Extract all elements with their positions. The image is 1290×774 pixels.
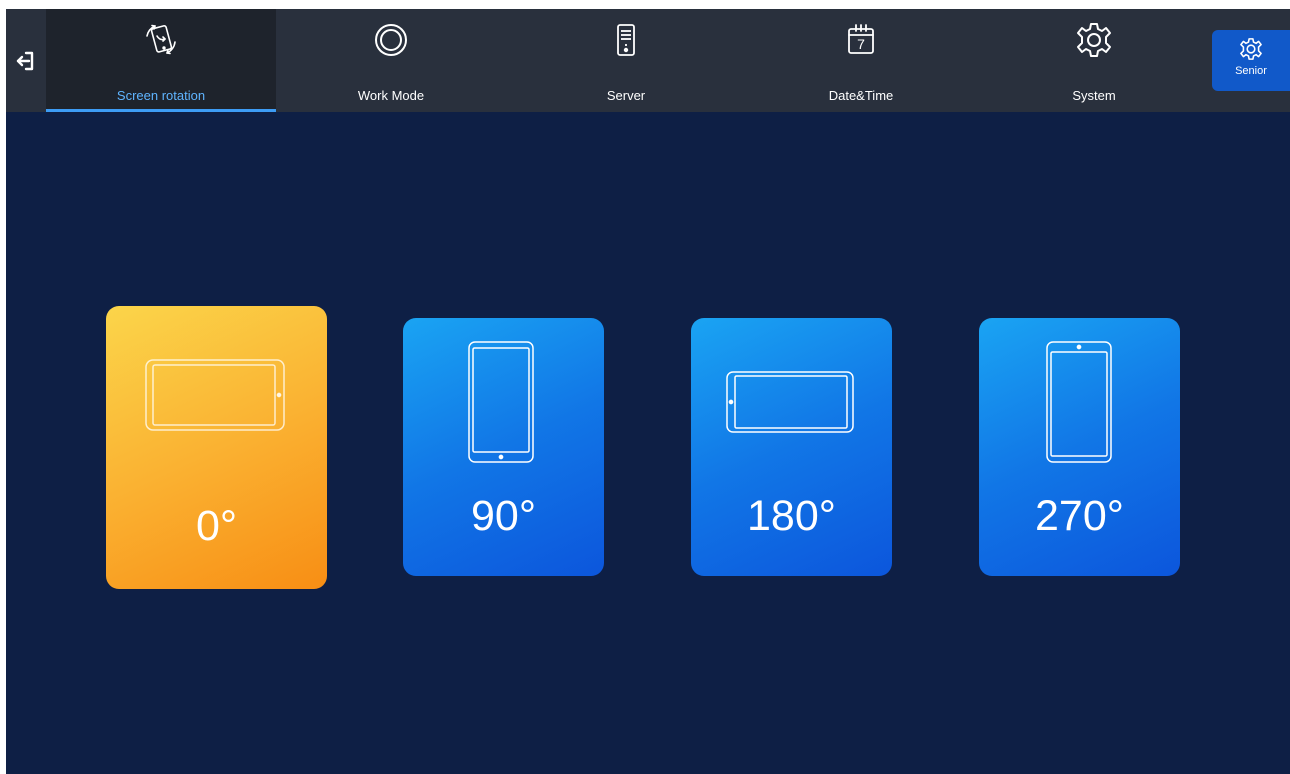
- senior-label: Senior: [1235, 65, 1267, 77]
- rotation-option-0[interactable]: 0°: [106, 306, 327, 589]
- tab-system[interactable]: System: [976, 9, 1212, 112]
- tablet-landscape-icon: [145, 359, 285, 431]
- rotation-option-180[interactable]: 180°: [691, 318, 892, 576]
- tablet-portrait-icon: [1046, 341, 1112, 463]
- tab-label: Date&Time: [828, 88, 894, 103]
- tab-server[interactable]: Server: [506, 9, 746, 112]
- app-frame: Screen rotation Work Mode Server 7 Date&…: [6, 9, 1290, 774]
- exit-icon: [16, 51, 34, 70]
- active-tab-indicator: [46, 109, 276, 112]
- gear-icon: [1238, 36, 1264, 62]
- phone-rotate-icon: [142, 21, 180, 59]
- gear-icon: [1075, 21, 1113, 59]
- tablet-portrait-icon: [468, 341, 534, 463]
- senior-button[interactable]: Senior: [1212, 30, 1290, 91]
- tab-label: Server: [606, 88, 646, 103]
- rotation-option-270[interactable]: 270°: [979, 318, 1180, 576]
- tab-label: Work Mode: [357, 88, 425, 103]
- tab-label: System: [1072, 88, 1116, 103]
- calendar-icon: 7: [842, 21, 880, 59]
- rotation-degree-label: 0°: [195, 502, 238, 550]
- ring-icon: [372, 21, 410, 59]
- top-nav-bar: Screen rotation Work Mode Server 7 Date&…: [6, 9, 1290, 112]
- calendar-day: 7: [857, 36, 865, 52]
- tab-date-time[interactable]: 7 Date&Time: [746, 9, 976, 112]
- rotation-degree-label: 180°: [747, 492, 836, 540]
- server-icon: [607, 21, 645, 59]
- rotation-degree-label: 270°: [1035, 492, 1124, 540]
- rotation-option-90[interactable]: 90°: [403, 318, 604, 576]
- tab-screen-rotation[interactable]: Screen rotation: [46, 9, 276, 112]
- tab-label: Screen rotation: [116, 88, 206, 103]
- exit-button[interactable]: [6, 9, 46, 112]
- rotation-degree-label: 90°: [470, 492, 537, 540]
- tablet-landscape-icon: [726, 371, 854, 433]
- tab-work-mode[interactable]: Work Mode: [276, 9, 506, 112]
